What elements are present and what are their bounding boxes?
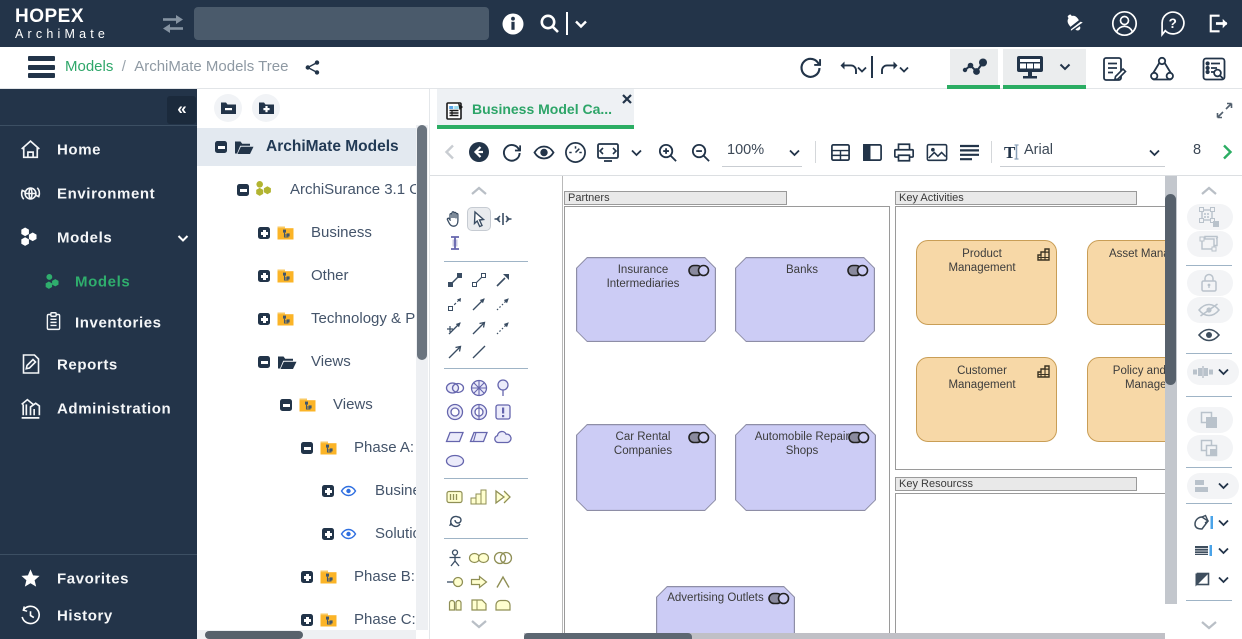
svg-text:T: T	[1004, 143, 1016, 162]
svg-text:?: ?	[1169, 16, 1177, 31]
